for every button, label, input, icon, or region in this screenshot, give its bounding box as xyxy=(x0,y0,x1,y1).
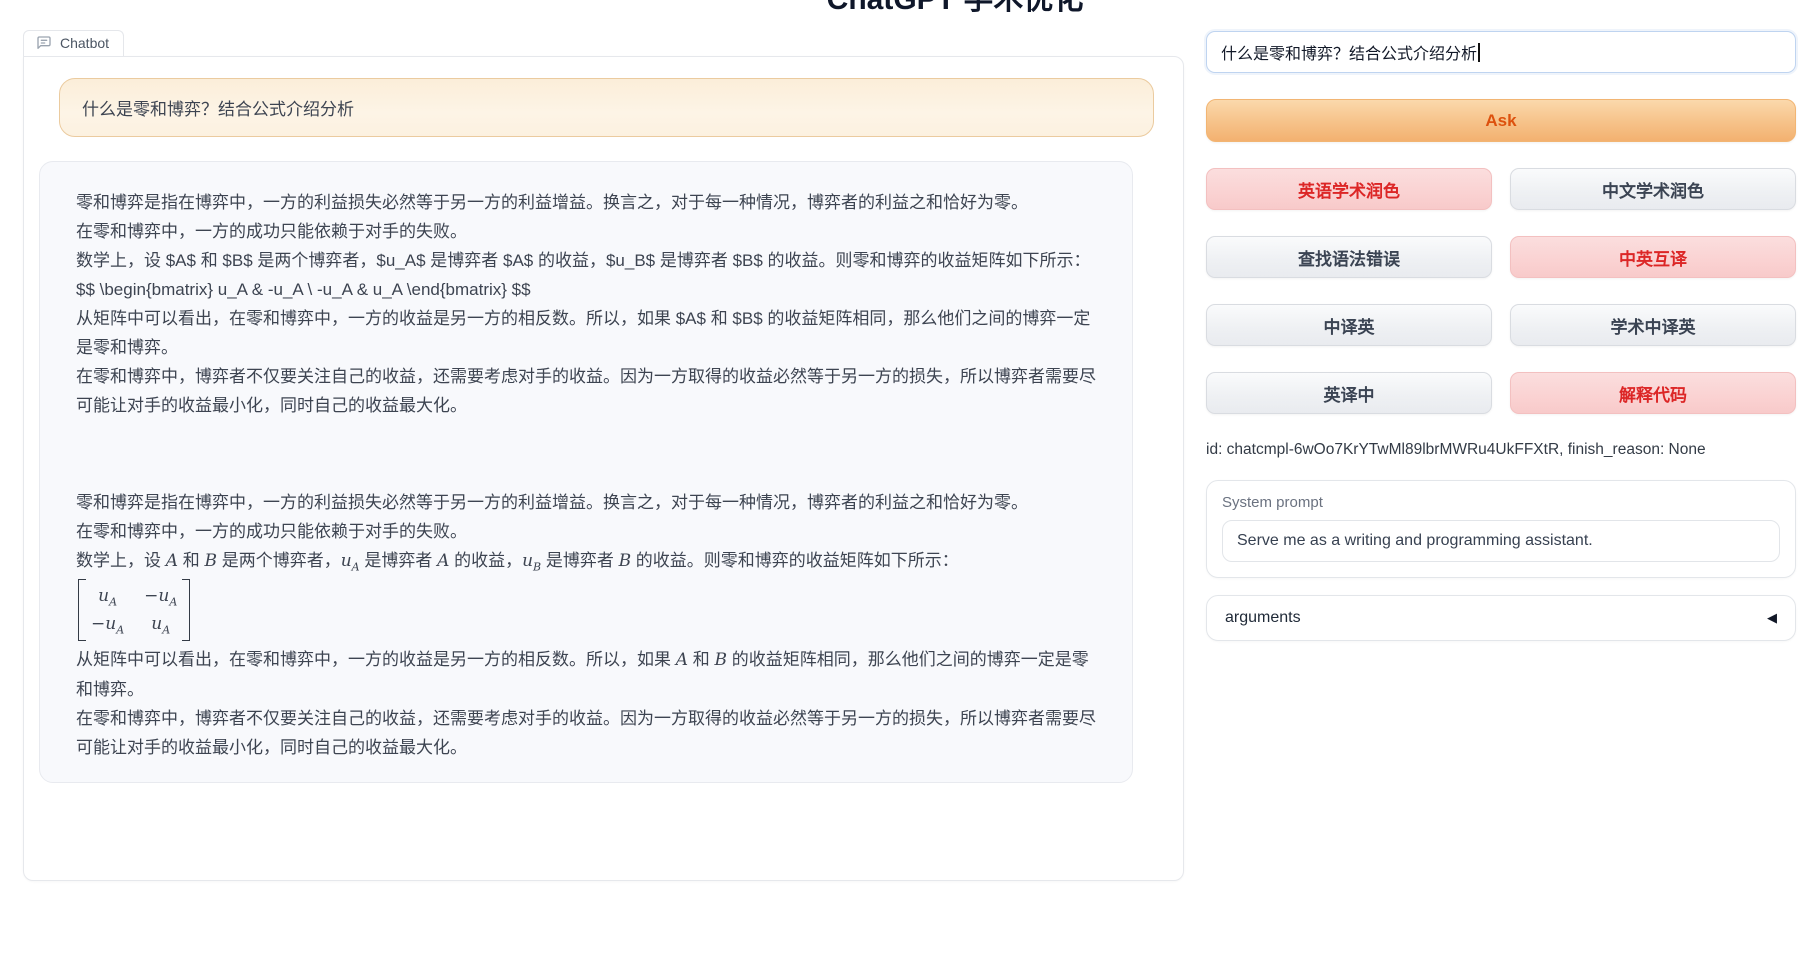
matrix-cell: uA xyxy=(91,583,124,609)
payoff-matrix: uA−uA−uAuA xyxy=(78,579,1096,641)
chat-bubble-icon xyxy=(36,35,52,51)
bot-math-paragraph: 数学上，设 A 和 B 是两个博弈者，uA 是博弈者 A 的收益，uB 是博弈者… xyxy=(76,546,1096,576)
ask-button[interactable]: Ask xyxy=(1206,99,1796,142)
chatbot-column: Chatbot 什么是零和博弈？结合公式介绍分析 零和博弈是指在博弈中，一方的利… xyxy=(23,30,1184,881)
bot-paragraph: 零和博弈是指在博弈中，一方的利益损失必然等于另一方的利益增益。换言之，对于每一种… xyxy=(76,488,1096,546)
text-cursor xyxy=(1478,43,1480,62)
matrix-cell: uA xyxy=(144,611,177,637)
quick-button-find-grammar-errors[interactable]: 查找语法错误 xyxy=(1206,236,1492,278)
user-message: 什么是零和博弈？结合公式介绍分析 xyxy=(59,78,1154,137)
quick-button-chinese-academic-polish[interactable]: 中文学术润色 xyxy=(1510,168,1796,210)
collapse-triangle-icon: ◀ xyxy=(1767,610,1777,626)
arguments-accordion[interactable]: arguments ◀ xyxy=(1206,595,1796,641)
chatbot-label-tab: Chatbot xyxy=(23,30,124,56)
bot-paragraph: 零和博弈是指在博弈中，一方的利益损失必然等于另一方的利益增益。换言之，对于每一种… xyxy=(76,188,1096,420)
system-prompt-label: System prompt xyxy=(1222,494,1780,511)
quick-button-english-academic-polish[interactable]: 英语学术润色 xyxy=(1206,168,1492,210)
bot-math-paragraph: 从矩阵中可以看出，在零和博弈中，一方的收益是另一方的相反数。所以，如果 A 和 … xyxy=(76,645,1096,704)
chatbot-label: Chatbot xyxy=(60,35,109,51)
quick-button-explain-code[interactable]: 解释代码 xyxy=(1510,372,1796,414)
message-gap xyxy=(76,420,1096,488)
response-id-line: id: chatcmpl-6wOo7KrYTwMl89lbrMWRu4UkFFX… xyxy=(1206,441,1796,459)
arguments-accordion-label: arguments xyxy=(1225,609,1301,627)
bot-paragraph: 在零和博弈中，博弈者不仅要关注自己的收益，还需要考虑对手的收益。因为一方取得的收… xyxy=(76,704,1096,762)
chatbot-panel[interactable]: 什么是零和博弈？结合公式介绍分析 零和博弈是指在博弈中，一方的利益损失必然等于另… xyxy=(23,56,1184,881)
system-prompt-input[interactable]: Serve me as a writing and programming as… xyxy=(1222,520,1780,562)
question-input[interactable]: 什么是零和博弈？结合公式介绍分析 xyxy=(1206,31,1796,73)
page-title: ChatGPT 学术优化 xyxy=(827,0,1084,18)
matrix-cell: −uA xyxy=(91,611,124,637)
quick-button-zh-en-mutual-translate[interactable]: 中英互译 xyxy=(1510,236,1796,278)
bot-message: 零和博弈是指在博弈中，一方的利益损失必然等于另一方的利益增益。换言之，对于每一种… xyxy=(39,161,1133,783)
quick-button-zh-to-en[interactable]: 中译英 xyxy=(1206,304,1492,346)
quick-actions-grid: 英语学术润色中文学术润色查找语法错误中英互译中译英学术中译英英译中解释代码 xyxy=(1206,168,1796,414)
quick-button-en-to-zh[interactable]: 英译中 xyxy=(1206,372,1492,414)
quick-button-academic-zh-to-en[interactable]: 学术中译英 xyxy=(1510,304,1796,346)
control-column: 什么是零和博弈？结合公式介绍分析 Ask 英语学术润色中文学术润色查找语法错误中… xyxy=(1206,31,1796,641)
system-prompt-group: System prompt Serve me as a writing and … xyxy=(1206,480,1796,578)
matrix-cell: −uA xyxy=(144,583,177,609)
question-input-value: 什么是零和博弈？结合公式介绍分析 xyxy=(1221,40,1477,64)
